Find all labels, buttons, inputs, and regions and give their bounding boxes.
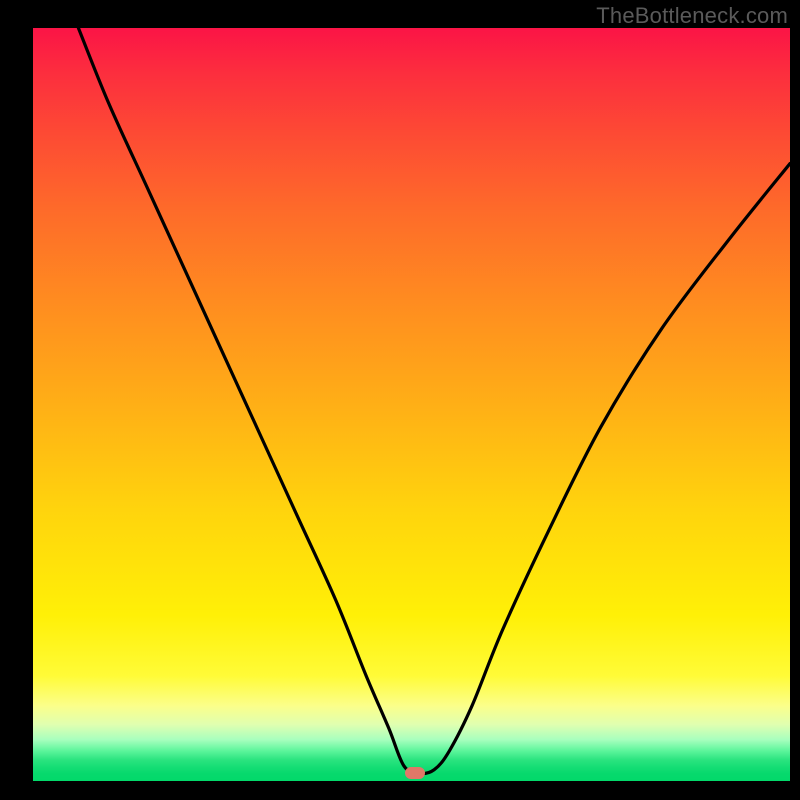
minimum-marker bbox=[405, 767, 425, 779]
chart-frame: TheBottleneck.com bbox=[0, 0, 800, 800]
plot-area bbox=[33, 28, 790, 781]
watermark-text: TheBottleneck.com bbox=[596, 3, 788, 29]
bottleneck-curve bbox=[33, 28, 790, 781]
